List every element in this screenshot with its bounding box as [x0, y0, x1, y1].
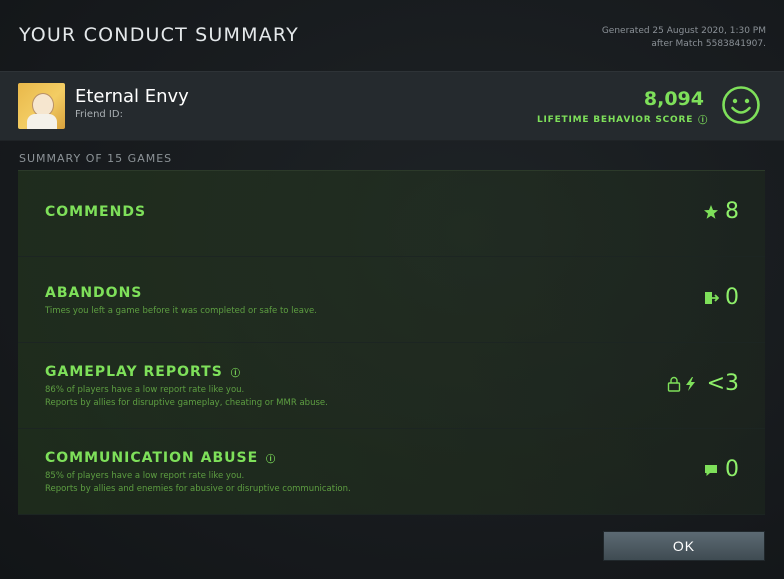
behavior-score-label: LIFETIME BEHAVIOR SCORE: [536, 114, 694, 125]
behavior-score-value: 8,094: [643, 88, 704, 110]
row-communication-abuse: COMMUNICATION ABUSE ⓘ 85% of players hav…: [18, 429, 765, 515]
commend-star-icon: [704, 204, 718, 219]
chat-bubble-icon: [705, 464, 717, 476]
row-title: COMMUNICATION ABUSE ⓘ: [45, 450, 277, 466]
row-gameplay-reports: GAMEPLAY REPORTS ⓘ 86% of players have a…: [18, 343, 765, 429]
conduct-rows: COMMENDS 8 ABANDONS Times you left a gam…: [18, 170, 765, 515]
row-title: GAMEPLAY REPORTS ⓘ: [45, 364, 241, 380]
row-title: ABANDONS: [45, 285, 143, 301]
lock-and-lightning-icon: [667, 376, 695, 392]
row-description: 86% of players have a low report rate li…: [45, 385, 328, 408]
friend-id-label: Friend ID:: [75, 109, 123, 120]
exit-door-icon: [705, 291, 719, 304]
generated-after-match: after Match 5583841907.: [651, 39, 766, 49]
info-icon[interactable]: ⓘ: [231, 366, 241, 379]
player-profile-bar: Eternal Envy Friend ID: 8,094 LIFETIME B…: [0, 71, 784, 141]
info-icon[interactable]: ⓘ: [266, 452, 276, 465]
player-name: Eternal Envy: [75, 86, 189, 107]
row-title: COMMENDS: [45, 204, 147, 220]
row-abandons: ABANDONS Times you left a game before it…: [18, 257, 765, 343]
row-description: 85% of players have a low report rate li…: [45, 471, 351, 494]
row-value: <3: [667, 371, 739, 396]
behavior-score-label-group: LIFETIME BEHAVIOR SCORE ⓘ: [536, 113, 708, 127]
ok-button[interactable]: OK: [603, 531, 765, 561]
row-commends: COMMENDS 8: [18, 170, 765, 257]
smiley-face-icon: [722, 86, 760, 124]
row-description: Times you left a game before it was comp…: [45, 306, 317, 316]
row-value: 8: [703, 199, 739, 224]
dialog-header: YOUR CONDUCT SUMMARY Generated 25 August…: [0, 0, 784, 70]
row-value: 0: [703, 285, 739, 310]
dialog-title: YOUR CONDUCT SUMMARY: [19, 24, 299, 46]
summary-heading: SUMMARY OF 15 GAMES: [19, 152, 173, 165]
generated-timestamp: Generated 25 August 2020, 1:30 PM: [601, 26, 766, 36]
generated-info: Generated 25 August 2020, 1:30 PM after …: [602, 25, 766, 51]
info-icon[interactable]: ⓘ: [698, 113, 708, 126]
row-value: 0: [703, 457, 739, 482]
avatar: [18, 83, 65, 129]
